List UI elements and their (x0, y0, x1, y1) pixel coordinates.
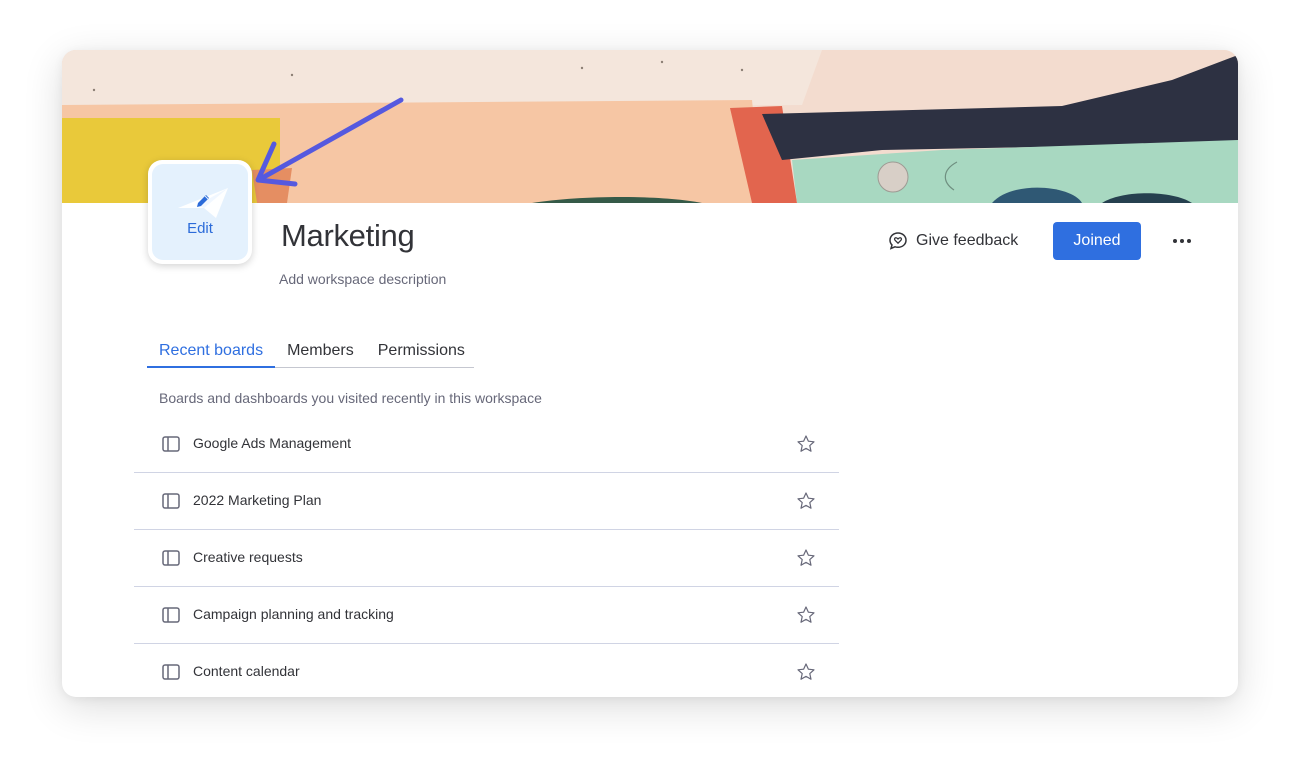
pencil-icon (197, 195, 209, 207)
board-name: Campaign planning and tracking (193, 606, 394, 622)
workspace-avatar-edit[interactable]: Edit (148, 160, 252, 264)
workspace-card: Edit Marketing Add workspace description… (62, 50, 1238, 697)
list-item[interactable]: Google Ads Management (134, 416, 839, 473)
star-icon[interactable] (796, 605, 816, 625)
more-options-button[interactable] (1166, 232, 1198, 250)
board-icon (162, 664, 180, 680)
list-item[interactable]: Content calendar (134, 644, 839, 697)
board-icon (162, 607, 180, 623)
tab-members[interactable]: Members (275, 334, 366, 367)
star-icon[interactable] (796, 434, 816, 454)
board-icon (162, 550, 180, 566)
list-item[interactable]: 2022 Marketing Plan (134, 473, 839, 530)
give-feedback-button[interactable]: Give feedback (888, 228, 1018, 254)
star-icon[interactable] (796, 662, 816, 682)
star-icon[interactable] (796, 491, 816, 511)
board-name: 2022 Marketing Plan (193, 492, 322, 508)
board-icon (162, 436, 180, 452)
give-feedback-label: Give feedback (916, 232, 1019, 249)
recent-boards-list: Google Ads Management 2022 Marketing Pla… (134, 416, 839, 697)
board-icon (162, 493, 180, 509)
workspace-tabs: Recent boards Members Permissions (147, 334, 474, 368)
board-name: Google Ads Management (193, 435, 351, 451)
avatar-background: Edit (152, 164, 248, 260)
more-dot (1187, 239, 1191, 243)
star-icon[interactable] (796, 548, 816, 568)
more-dot (1180, 239, 1184, 243)
tab-recent-boards[interactable]: Recent boards (147, 334, 276, 368)
joined-button[interactable]: Joined (1053, 222, 1141, 260)
list-item[interactable]: Campaign planning and tracking (134, 587, 839, 644)
board-name: Content calendar (193, 663, 300, 679)
board-name: Creative requests (193, 549, 303, 565)
workspace-title[interactable]: Marketing (281, 218, 415, 254)
chat-heart-icon (889, 232, 907, 250)
tab-permissions[interactable]: Permissions (366, 334, 477, 367)
more-dot (1173, 239, 1177, 243)
workspace-description-placeholder[interactable]: Add workspace description (279, 271, 446, 287)
recent-boards-subtitle: Boards and dashboards you visited recent… (159, 390, 542, 406)
avatar-edit-label: Edit (187, 220, 213, 237)
list-item[interactable]: Creative requests (134, 530, 839, 587)
